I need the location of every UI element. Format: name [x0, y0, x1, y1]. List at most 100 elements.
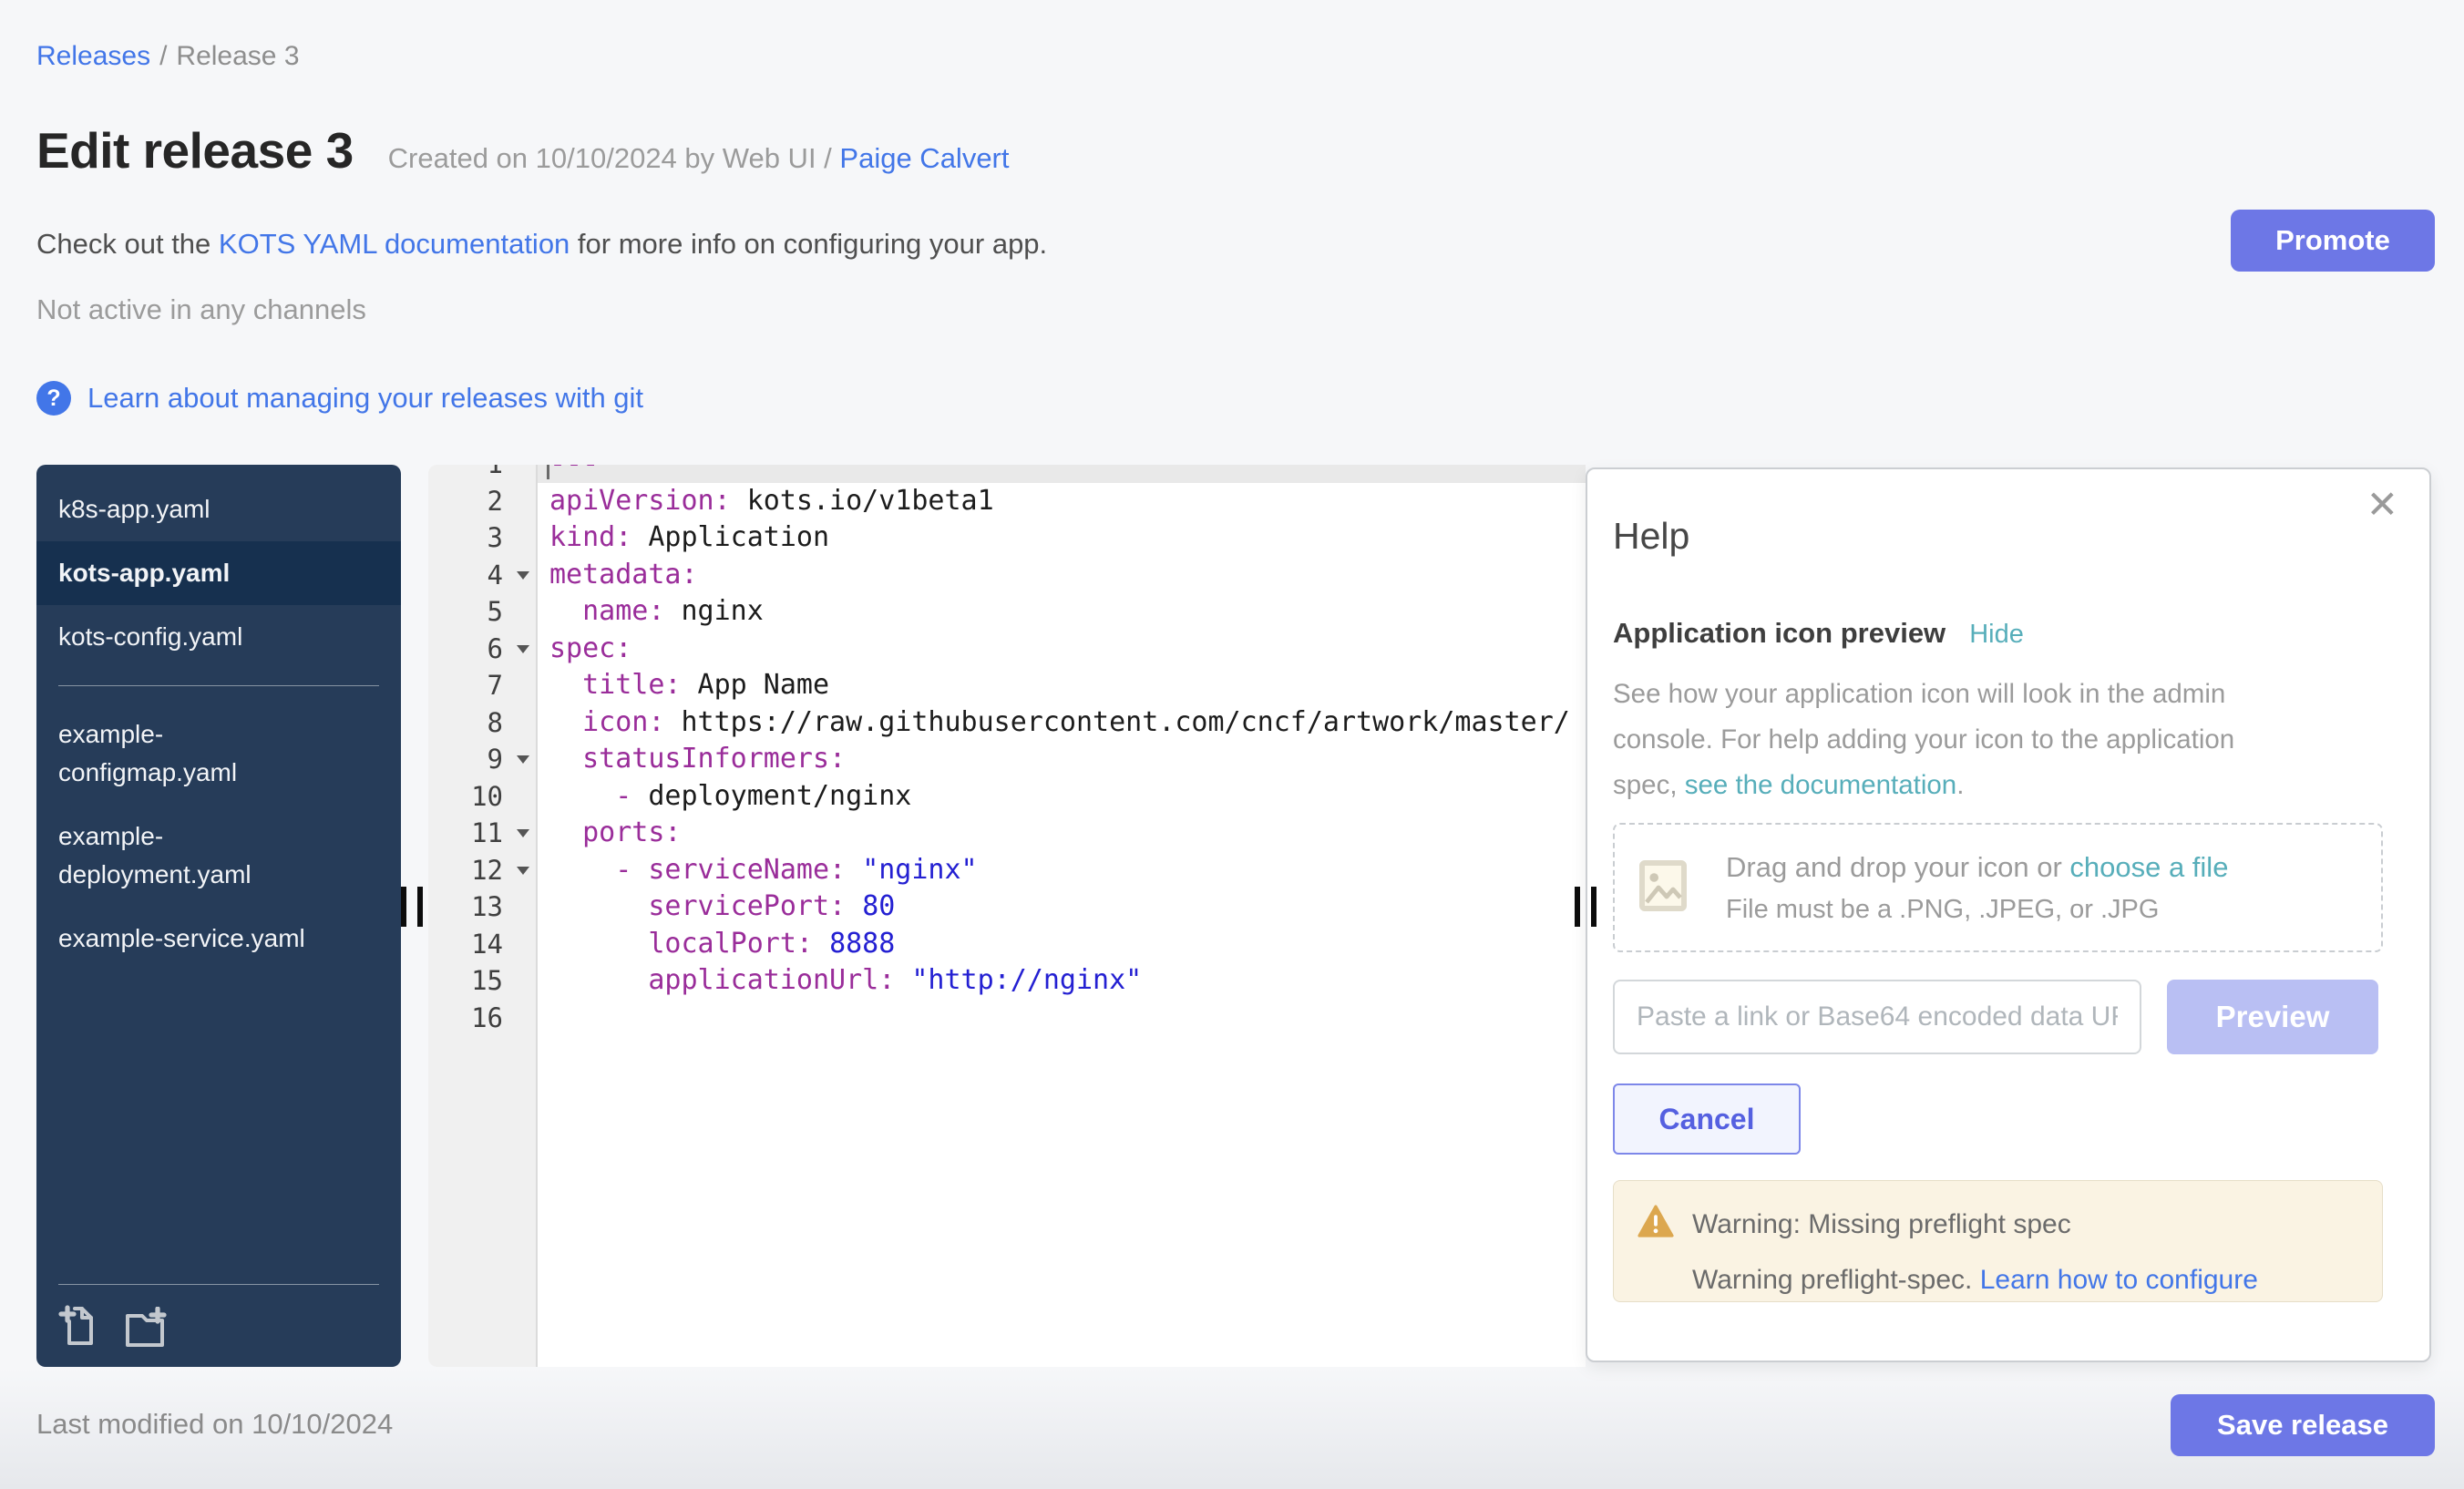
title-row: Edit release 3 Created on 10/10/2024 by … [36, 121, 1010, 180]
git-help-row: ? Learn about managing your releases wit… [36, 381, 643, 416]
see-documentation-link[interactable]: see the documentation [1685, 770, 1957, 800]
learn-configure-link[interactable]: Learn how to configure [1980, 1265, 2258, 1295]
line-number-11[interactable]: 11 [428, 815, 538, 852]
sidebar-file-k8s-app.yaml[interactable]: k8s-app.yaml [36, 478, 401, 541]
fold-arrow-icon[interactable] [517, 867, 529, 875]
code-line-16[interactable]: 16 [428, 1000, 1586, 1037]
created-author-link[interactable]: Paige Calvert [839, 142, 1009, 174]
dropzone-instruction: Drag and drop your icon or choose a file [1726, 851, 2228, 884]
promote-button[interactable]: Promote [2231, 210, 2435, 272]
question-mark-icon: ? [36, 381, 71, 416]
save-release-button[interactable]: Save release [2171, 1394, 2435, 1456]
close-icon[interactable]: ✕ [2366, 486, 2398, 524]
code-line-8[interactable]: 8 icon: https://raw.githubusercontent.co… [428, 704, 1586, 742]
doc-line-suffix: for more info on configuring your app. [570, 228, 1047, 260]
code-line-11[interactable]: 11 ports: [428, 815, 1586, 852]
dropzone-instruction-text: Drag and drop your icon or [1726, 851, 2069, 883]
code-content-10[interactable]: - deployment/nginx [538, 778, 1586, 816]
code-content-16[interactable] [538, 1000, 1586, 1037]
line-number-6[interactable]: 6 [428, 631, 538, 668]
last-modified-text: Last modified on 10/10/2024 [36, 1408, 393, 1441]
sidebar-file-example-service.yaml[interactable]: example-service.yaml [36, 907, 401, 970]
code-line-12[interactable]: 12 - serviceName: "nginx" [428, 852, 1586, 889]
cancel-button[interactable]: Cancel [1613, 1083, 1801, 1155]
warning-detail: Warning preflight-spec. Learn how to con… [1692, 1265, 2358, 1296]
sidebar-bottom-divider [58, 1284, 379, 1285]
fold-arrow-icon[interactable] [517, 571, 529, 580]
line-number-3: 3 [428, 519, 538, 557]
help-resize-handle-bar-2[interactable] [1591, 887, 1596, 927]
code-line-13[interactable]: 13 servicePort: 80 [428, 888, 1586, 926]
fold-arrow-icon[interactable] [517, 755, 529, 764]
file-group-kots: k8s-app.yamlkots-app.yamlkots-config.yam… [36, 478, 401, 669]
icon-dropzone[interactable]: Drag and drop your icon or choose a file… [1613, 823, 2383, 952]
breadcrumb-separator: / [159, 41, 167, 71]
code-line-6[interactable]: 6spec: [428, 631, 1586, 668]
line-number-9[interactable]: 9 [428, 741, 538, 778]
line-number-1: 1 [428, 465, 538, 483]
line-number-12[interactable]: 12 [428, 852, 538, 889]
hide-section-link[interactable]: Hide [1969, 620, 2024, 650]
sidebar-resize-handle-bar-1[interactable] [401, 887, 406, 927]
help-resize-handle-bar-1[interactable] [1575, 887, 1580, 927]
sidebar-file-kots-app.yaml[interactable]: kots-app.yaml [36, 541, 401, 605]
preflight-warning-box: Warning: Missing preflight spec Warning … [1613, 1180, 2383, 1302]
icon-url-input[interactable] [1613, 980, 2141, 1054]
line-number-15: 15 [428, 962, 538, 1000]
code-content-2[interactable]: apiVersion: kots.io/v1beta1 [538, 483, 1586, 520]
fold-arrow-icon[interactable] [517, 645, 529, 653]
help-panel-title: Help [1613, 515, 1689, 558]
code-content-4[interactable]: metadata: [538, 557, 1586, 594]
add-file-icon[interactable] [58, 1303, 100, 1347]
code-line-10[interactable]: 10 - deployment/nginx [428, 778, 1586, 816]
code-line-2[interactable]: 2apiVersion: kots.io/v1beta1 [428, 483, 1586, 520]
warning-triangle-icon [1638, 1205, 1674, 1245]
code-line-15[interactable]: 15 applicationUrl: "http://nginx" [428, 962, 1586, 1000]
code-line-7[interactable]: 7 title: App Name [428, 667, 1586, 704]
image-placeholder-icon [1638, 859, 1688, 917]
breadcrumb-releases-link[interactable]: Releases [36, 41, 150, 71]
dropzone-filetype-hint: File must be a .PNG, .JPEG, or .JPG [1726, 895, 2228, 925]
code-content-15[interactable]: applicationUrl: "http://nginx" [538, 962, 1586, 1000]
kots-yaml-doc-link[interactable]: KOTS YAML documentation [219, 228, 570, 260]
preview-button[interactable]: Preview [2167, 980, 2378, 1054]
icon-preview-section-title: Application icon preview [1613, 617, 1946, 650]
code-content-1[interactable]: --- [538, 465, 1586, 483]
doc-line-prefix: Check out the [36, 228, 219, 260]
yaml-code-editor[interactable]: 1---2apiVersion: kots.io/v1beta13kind: A… [428, 465, 1586, 1367]
code-line-4[interactable]: 4metadata: [428, 557, 1586, 594]
code-content-11[interactable]: ports: [538, 815, 1586, 852]
code-content-3[interactable]: kind: Application [538, 519, 1586, 557]
line-number-14: 14 [428, 926, 538, 963]
file-tree-sidebar: k8s-app.yamlkots-app.yamlkots-config.yam… [36, 465, 401, 1367]
code-content-9[interactable]: statusInformers: [538, 741, 1586, 778]
code-content-12[interactable]: - serviceName: "nginx" [538, 852, 1586, 889]
code-content-13[interactable]: servicePort: 80 [538, 888, 1586, 926]
sidebar-file-example-deployment.yaml[interactable]: example-deployment.yaml [36, 805, 401, 907]
line-number-4[interactable]: 4 [428, 557, 538, 594]
sidebar-file-kots-config.yaml[interactable]: kots-config.yaml [36, 605, 401, 669]
git-releases-help-link[interactable]: Learn about managing your releases with … [87, 382, 643, 415]
warning-detail-text: Warning preflight-spec. [1692, 1265, 1980, 1295]
code-line-3[interactable]: 3kind: Application [428, 519, 1586, 557]
file-group-examples: example-configmap.yamlexample-deployment… [36, 703, 401, 970]
choose-file-link[interactable]: choose a file [2069, 851, 2228, 883]
code-content-14[interactable]: localPort: 8888 [538, 926, 1586, 963]
doc-line: Check out the KOTS YAML documentation fo… [36, 228, 1047, 261]
code-line-5[interactable]: 5 name: nginx [428, 593, 1586, 631]
created-text: Created on 10/10/2024 by Web UI / [388, 142, 840, 174]
code-content-7[interactable]: title: App Name [538, 667, 1586, 704]
code-line-9[interactable]: 9 statusInformers: [428, 741, 1586, 778]
code-line-14[interactable]: 14 localPort: 8888 [428, 926, 1586, 963]
help-panel: ✕ Help Application icon preview Hide See… [1586, 467, 2431, 1362]
code-line-1[interactable]: 1--- [428, 465, 1586, 483]
line-number-16: 16 [428, 1000, 538, 1037]
code-content-5[interactable]: name: nginx [538, 593, 1586, 631]
sidebar-file-example-configmap.yaml[interactable]: example-configmap.yaml [36, 703, 401, 805]
code-content-8[interactable]: icon: https://raw.githubusercontent.com/… [538, 704, 1586, 742]
code-content-6[interactable]: spec: [538, 631, 1586, 668]
channel-status: Not active in any channels [36, 293, 366, 326]
fold-arrow-icon[interactable] [517, 829, 529, 837]
add-folder-icon[interactable] [124, 1307, 171, 1347]
sidebar-resize-handle-bar-2[interactable] [417, 887, 423, 927]
